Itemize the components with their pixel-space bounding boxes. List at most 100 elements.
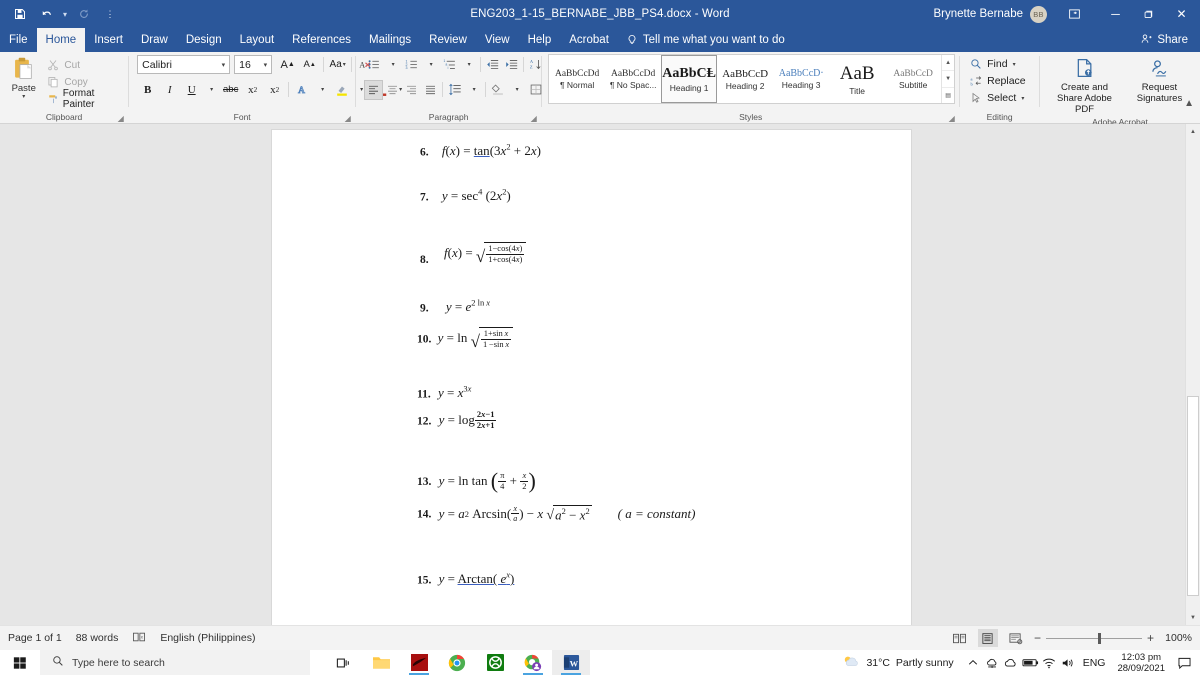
shrink-font-icon[interactable]: A ▲ [299, 54, 320, 75]
ribbon-display-options-icon[interactable] [1061, 3, 1087, 25]
font-family-combo[interactable]: Calibri ▾ [137, 55, 231, 74]
bullets-caret[interactable]: ▾ [383, 55, 402, 75]
share-button[interactable]: Share [1140, 28, 1200, 52]
document-canvas[interactable]: 6. f(x) = tan(3x2 + 2x) 7. y = sec4 (2x2… [0, 124, 1200, 625]
find-button[interactable]: Find ▾ [966, 56, 1018, 72]
superscript-icon[interactable]: x2 [264, 79, 285, 100]
strikethrough-icon[interactable]: abc [220, 79, 241, 100]
weather-widget[interactable]: 31°C Partly sunny [842, 654, 963, 672]
italic-icon[interactable]: I [159, 79, 180, 100]
tell-me-search[interactable]: Tell me what you want to do [618, 28, 793, 52]
language-indicator[interactable]: ENG [1078, 650, 1111, 675]
chevron-up-icon[interactable] [964, 650, 983, 675]
zoom-out-button[interactable]: − [1034, 631, 1041, 645]
undo-icon[interactable] [34, 3, 58, 25]
align-right-icon[interactable] [402, 80, 421, 100]
subscript-icon[interactable]: x2 [242, 79, 263, 100]
bold-icon[interactable]: B [137, 79, 158, 100]
gallery-scroll-up[interactable]: ▲ [942, 55, 955, 72]
onedrive-sync-icon[interactable] [983, 650, 1002, 675]
multilevel-list-icon[interactable]: 1ai [440, 55, 459, 75]
style-title[interactable]: AaB Title [829, 55, 885, 103]
scroll-up-arrow[interactable]: ▲ [1186, 124, 1200, 139]
line-spacing-icon[interactable] [445, 80, 464, 100]
read-mode-icon[interactable] [950, 629, 970, 647]
create-and-share-adobe-pdf-button[interactable]: Create and Share Adobe PDF [1048, 56, 1121, 115]
decrease-indent-icon[interactable] [483, 55, 502, 75]
replace-button[interactable]: ab Replace [966, 73, 1029, 89]
document-page[interactable]: 6. f(x) = tan(3x2 + 2x) 7. y = sec4 (2x2… [272, 130, 911, 625]
close-button[interactable]: ✕ [1165, 0, 1198, 28]
gallery-more-button[interactable]: ▤ [942, 88, 954, 103]
request-signatures-button[interactable]: Request Signatures [1123, 56, 1196, 104]
proofing-errors-icon[interactable]: x [132, 631, 146, 646]
clock[interactable]: 12:03 pm 28/09/2021 [1110, 652, 1172, 674]
align-center-icon[interactable] [383, 80, 402, 100]
language-indicator[interactable]: English (Philippines) [160, 632, 255, 644]
word-count[interactable]: 88 words [76, 632, 119, 644]
paragraph-dialog-launcher[interactable]: ◢ [529, 114, 538, 123]
style-heading-1[interactable]: AaBbCⱠ Heading 1 [661, 55, 718, 103]
battery-icon[interactable] [1021, 650, 1040, 675]
styles-dialog-launcher[interactable]: ◢ [947, 114, 956, 123]
tab-review[interactable]: Review [420, 28, 476, 52]
text-highlight-icon[interactable] [331, 79, 352, 100]
tab-home[interactable]: Home [36, 28, 86, 52]
change-case-icon[interactable]: Aa ▾ [327, 54, 348, 75]
volume-icon[interactable] [1059, 650, 1078, 675]
onedrive-cloud-icon[interactable] [1002, 650, 1021, 675]
restore-button[interactable] [1132, 0, 1165, 28]
tab-acrobat[interactable]: Acrobat [560, 28, 618, 52]
print-layout-icon[interactable] [977, 629, 998, 647]
grow-font-icon[interactable]: A ▲ [277, 54, 298, 75]
xbox-icon[interactable] [476, 650, 514, 675]
align-left-icon[interactable] [364, 79, 384, 100]
tab-view[interactable]: View [476, 28, 519, 52]
style-normal[interactable]: AaBbCcDd ¶ Normal [549, 55, 605, 103]
line-spacing-caret[interactable]: ▾ [464, 80, 483, 100]
select-caret[interactable]: ▾ [1021, 95, 1024, 102]
customize-quick-access-icon[interactable]: ⋮ [98, 3, 122, 25]
tab-help[interactable]: Help [519, 28, 561, 52]
shading-icon[interactable] [488, 80, 507, 100]
gallery-scroll-down[interactable]: ▼ [942, 71, 955, 88]
chrome-icon[interactable] [438, 650, 476, 675]
tab-design[interactable]: Design [177, 28, 231, 52]
wifi-icon[interactable] [1040, 650, 1059, 675]
undo-dropdown-caret[interactable]: ▾ [60, 10, 70, 19]
minimize-button[interactable]: ─ [1099, 0, 1132, 28]
collapse-ribbon-icon[interactable]: ▲ [1184, 98, 1194, 109]
zoom-level[interactable]: 100% [1162, 632, 1192, 644]
vertical-scrollbar[interactable]: ▲ ▼ [1185, 124, 1200, 625]
style-no-spacing[interactable]: AaBbCcDd ¶ No Spac... [605, 55, 661, 103]
avatar[interactable]: BB [1030, 5, 1047, 23]
shading-caret[interactable]: ▾ [507, 80, 526, 100]
cut-button[interactable]: Cut [43, 57, 124, 73]
tab-draw[interactable]: Draw [132, 28, 177, 52]
zoom-track[interactable] [1045, 632, 1142, 644]
increase-indent-icon[interactable] [502, 55, 521, 75]
notifications-icon[interactable] [1172, 650, 1196, 675]
numbering-caret[interactable]: ▾ [421, 55, 440, 75]
text-effects-icon[interactable]: A [292, 79, 313, 100]
chrome-profile-icon[interactable] [514, 650, 552, 675]
style-heading-2[interactable]: AaBbCcD Heading 2 [717, 55, 773, 103]
paste-button[interactable]: Paste ▾ [4, 54, 43, 100]
text-effects-caret[interactable]: ▾ [314, 79, 330, 100]
account-name[interactable]: Brynette Bernabe [933, 8, 1023, 20]
red-app-icon[interactable] [400, 650, 438, 675]
tab-mailings[interactable]: Mailings [360, 28, 420, 52]
save-icon[interactable] [8, 3, 32, 25]
tab-insert[interactable]: Insert [85, 28, 132, 52]
numbering-icon[interactable]: 123 [402, 55, 421, 75]
tab-references[interactable]: References [283, 28, 360, 52]
font-dialog-launcher[interactable]: ◢ [343, 114, 352, 123]
windows-start-icon[interactable] [0, 650, 40, 675]
paste-dropdown-caret[interactable]: ▾ [22, 93, 25, 100]
zoom-in-button[interactable]: + [1147, 631, 1154, 645]
search-input[interactable]: Type here to search [40, 650, 310, 675]
find-caret[interactable]: ▾ [1013, 61, 1016, 68]
tab-layout[interactable]: Layout [231, 28, 284, 52]
underline-icon[interactable]: U [181, 79, 202, 100]
web-layout-icon[interactable] [1006, 629, 1026, 647]
